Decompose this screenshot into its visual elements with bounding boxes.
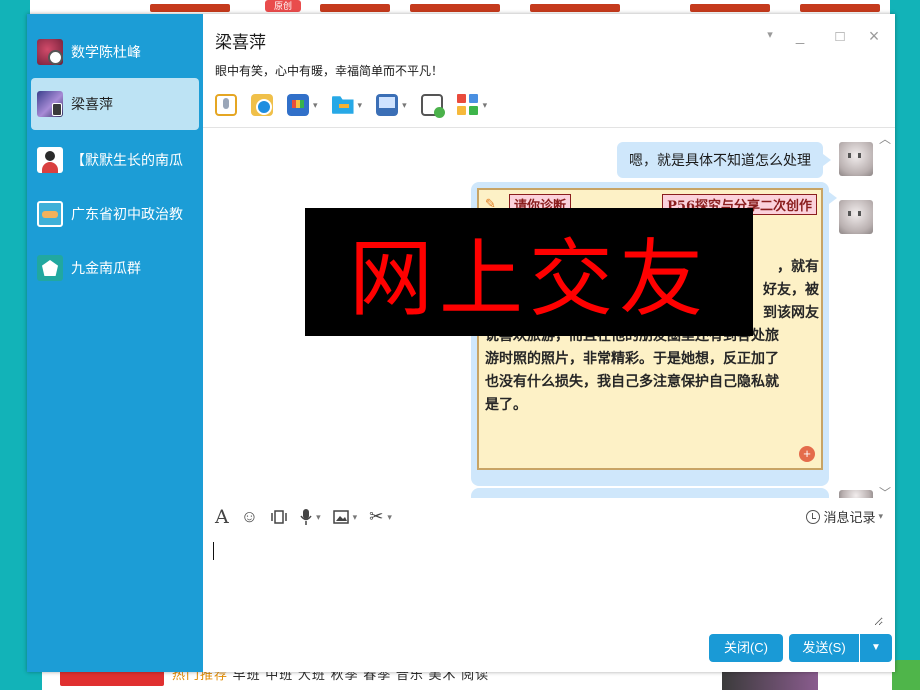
sidebar-item-label: 梁喜萍 [71, 96, 113, 112]
microphone-icon [300, 509, 312, 525]
background-title-bar [690, 4, 770, 12]
chevron-down-icon[interactable]: ▾ [313, 100, 318, 111]
sidebar-item-contact[interactable]: 数学陈杜峰 [31, 26, 199, 78]
overlay-title: 网上交友 [348, 229, 709, 328]
screenshot-button[interactable]: ✂ ▾ [369, 507, 392, 527]
sidebar-item-contact-active[interactable]: 梁喜萍 [31, 78, 199, 130]
add-icon[interactable]: + [799, 446, 815, 462]
apps-icon [456, 94, 479, 116]
image-icon [332, 510, 349, 524]
send-options-button[interactable]: ▼ [860, 634, 892, 662]
background-title-bar [410, 4, 500, 12]
avatar[interactable] [839, 142, 873, 176]
remote-assist-button[interactable]: ▾ [376, 94, 407, 116]
microphone-icon [215, 94, 237, 116]
text-cursor [213, 542, 214, 560]
sidebar-item-contact[interactable]: 【默默生长的南瓜 [31, 134, 199, 186]
chevron-down-icon[interactable]: ▾ [402, 100, 407, 111]
chevron-down-icon[interactable]: ▾ [353, 512, 358, 523]
card-line: 是了。 [485, 397, 527, 413]
sidebar-item-label: 数学陈杜峰 [71, 44, 141, 60]
message-bubble[interactable]: 嗯，就是具体不知道怎么处理 [617, 142, 831, 178]
chevron-down-icon[interactable]: ▾ [387, 512, 392, 523]
chat-title[interactable]: 梁喜萍 [215, 28, 266, 53]
avatar [37, 201, 63, 227]
background-title-bar [800, 4, 880, 12]
background-title-bar [150, 4, 230, 12]
screen-share-button[interactable]: ▾ [287, 94, 318, 116]
message-history-button[interactable]: 消息记录 ▾ [806, 507, 883, 526]
apps-button[interactable]: ▾ [456, 94, 488, 116]
avatar [37, 91, 63, 117]
chat-bubble-icon [420, 94, 445, 118]
emoji-icon[interactable]: ☺ [241, 507, 258, 527]
avatar [37, 39, 63, 65]
background-title-bar [530, 4, 620, 12]
contact-sidebar: 数学陈杜峰 梁喜萍 【默默生长的南瓜 广东省初中政治教 九金南瓜群 [27, 14, 203, 672]
window-menu-button[interactable]: ▾ [761, 28, 779, 41]
file-transfer-button[interactable]: ▾ [331, 94, 363, 116]
background-title-bar [320, 4, 390, 12]
clock-icon [806, 509, 821, 524]
remote-desktop-icon [376, 94, 399, 116]
corner-decoration [892, 660, 920, 690]
chevron-down-icon[interactable]: ▾ [483, 100, 488, 111]
input-toolbar: A ☺ ▾ ▾ ✂ ▾ 消息记录 ▾ [215, 504, 883, 530]
voice-call-button[interactable] [215, 94, 237, 116]
history-label: 消息记录 [823, 510, 876, 525]
voice-message-button[interactable]: ▾ [300, 509, 321, 525]
background-page-top: 原创 [30, 0, 890, 14]
maximize-button[interactable]: □ [831, 28, 849, 45]
message-input[interactable] [215, 536, 883, 626]
card-line: 也没有什么损失，我自己多注意保护自己隐私就 [485, 374, 779, 390]
font-icon[interactable]: A [215, 506, 229, 528]
send-button[interactable]: 发送(S) [789, 634, 859, 662]
video-call-button[interactable] [251, 94, 273, 116]
scissors-icon: ✂ [369, 507, 384, 526]
shake-icon[interactable] [270, 509, 288, 525]
chat-window: 数学陈杜峰 梁喜萍 【默默生长的南瓜 广东省初中政治教 九金南瓜群 梁喜萍 眼中… [27, 14, 895, 672]
background-original-tag: 原创 [265, 0, 301, 12]
avatar [37, 147, 63, 173]
camera-icon [251, 94, 273, 116]
chat-toolbar: ▾ ▾ ▾ ▾ [215, 90, 501, 120]
avatar[interactable] [839, 200, 873, 234]
scroll-up-icon[interactable]: ︿ [879, 130, 891, 147]
close-button[interactable]: 关闭(C) [709, 634, 783, 662]
sidebar-item-label: 九金南瓜群 [71, 260, 141, 276]
group-avatar [37, 255, 63, 281]
folder-icon [331, 96, 354, 114]
screen-share-icon [287, 94, 309, 116]
contact-signature: 眼中有笑，心中有暖，幸福简单而不平凡！ [215, 64, 444, 78]
scroll-down-icon[interactable]: ﹀ [879, 484, 891, 498]
card-line: 游时照的照片，非常精彩。于是她想，反正加了 [485, 351, 779, 367]
minimize-button[interactable]: _ [791, 28, 809, 45]
sidebar-item-contact[interactable]: 广东省初中政治教 [31, 188, 199, 240]
message-bubble-partial [471, 488, 829, 498]
sidebar-item-label: 【默默生长的南瓜 [71, 152, 183, 168]
chevron-down-icon[interactable]: ▾ [878, 511, 883, 522]
close-icon[interactable]: × [865, 26, 883, 47]
overlay-title-box: 网上交友 [305, 208, 753, 336]
chevron-down-icon[interactable]: ▾ [316, 512, 321, 523]
new-discussion-button[interactable] [420, 94, 445, 118]
sidebar-item-group[interactable]: 九金南瓜群 [31, 242, 199, 294]
chat-panel: 梁喜萍 眼中有笑，心中有暖，幸福简单而不平凡！ ▾ _ □ × ▾ ▾ ▾ ▾ … [203, 14, 895, 672]
image-button[interactable]: ▾ [332, 510, 358, 524]
avatar [839, 490, 873, 498]
chevron-down-icon[interactable]: ▾ [358, 100, 363, 111]
sidebar-item-label: 广东省初中政治教 [71, 206, 183, 222]
